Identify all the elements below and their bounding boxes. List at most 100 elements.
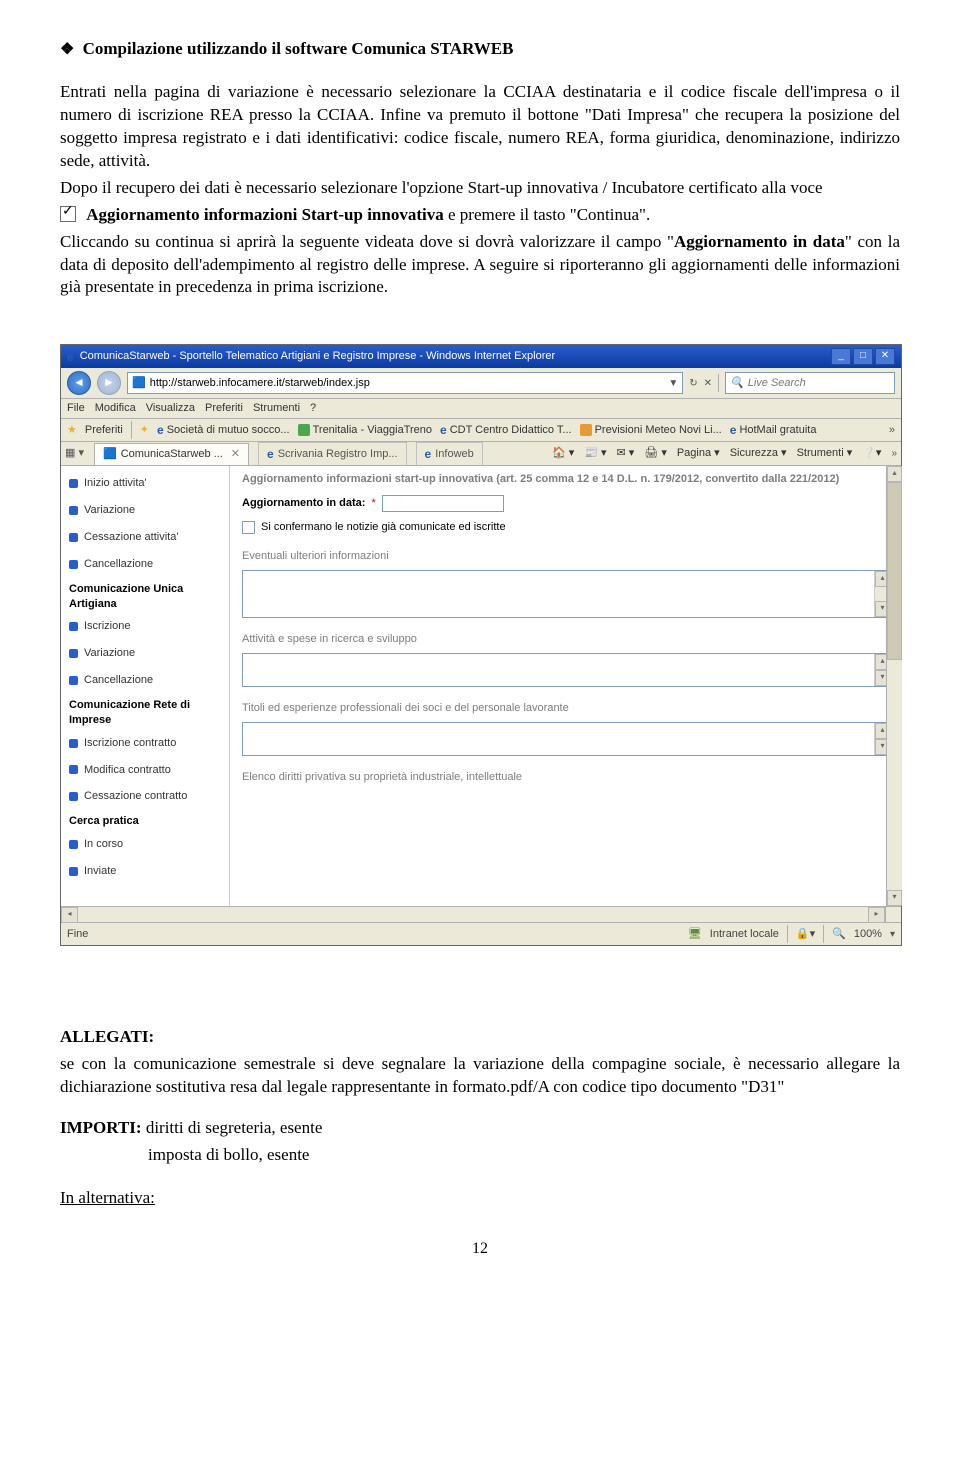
favorites-menu-icon[interactable]: ✦	[140, 423, 149, 438]
square-icon	[69, 479, 78, 488]
sidebar-item[interactable]: Cessazione attivita'	[61, 524, 229, 551]
forward-button[interactable]: ►	[97, 371, 121, 395]
tool-home-icon[interactable]: 🏠 ▾	[552, 446, 574, 461]
status-zone: Intranet locale	[710, 927, 779, 942]
search-input[interactable]: 🔍 Live Search	[725, 372, 895, 394]
ie-icon: e	[157, 422, 164, 438]
tool-mail-icon[interactable]: ✉ ▾	[617, 446, 635, 461]
favorites-bar: ★ Preferiti ✦ eSocietà di mutuo socco...…	[61, 419, 901, 442]
tool-feeds-icon[interactable]: 📰 ▾	[584, 446, 606, 461]
trenitalia-icon	[298, 424, 310, 436]
section-label: Titoli ed esperienze professionali dei s…	[242, 701, 891, 716]
url-dropdown-icon[interactable]: ▼	[668, 377, 678, 391]
tool-sicurezza[interactable]: Sicurezza ▾	[730, 446, 787, 461]
square-icon	[69, 676, 78, 685]
favorites-label: Preferiti	[85, 423, 123, 438]
h-scrollbar[interactable]: ◂ ▸	[61, 906, 901, 922]
input-date[interactable]	[382, 495, 504, 512]
menu-strumenti[interactable]: Strumenti	[253, 401, 300, 416]
paragraph-4: Cliccando su continua si aprirà la segue…	[60, 231, 900, 300]
tab-favicon: 🟦	[103, 447, 117, 462]
zone-icon: 🖥	[688, 927, 702, 942]
in-alternativa: In alternativa:	[60, 1187, 900, 1210]
fav-link-4[interactable]: Previsioni Meteo Novi Li...	[580, 423, 722, 438]
sidebar-item[interactable]: Cancellazione	[61, 551, 229, 578]
textarea-wrap: ▴▾	[242, 722, 891, 756]
tab-close-icon[interactable]: ✕	[231, 447, 240, 462]
overflow-icon[interactable]: »	[891, 447, 897, 461]
tool-pagina[interactable]: Pagina ▾	[677, 446, 720, 461]
maximize-button[interactable]: □	[853, 348, 873, 365]
square-icon	[69, 739, 78, 748]
sidebar-heading: Cerca pratica	[61, 810, 229, 831]
sidebar-item[interactable]: Variazione	[61, 497, 229, 524]
sidebar-item[interactable]: Cancellazione	[61, 667, 229, 694]
checkbox-confirm[interactable]	[242, 521, 255, 534]
importi-line1: IMPORTI: diritti di segreteria, esente	[60, 1117, 900, 1140]
address-bar: ◄ ► 🟦 http://starweb.infocamere.it/starw…	[61, 368, 901, 399]
sidebar-item[interactable]: Cessazione contratto	[61, 783, 229, 810]
form-main: Aggiornamento informazioni start-up inno…	[230, 466, 901, 906]
square-icon	[69, 765, 78, 774]
sidebar-item[interactable]: Inviate	[61, 858, 229, 885]
p4b: Aggiornamento in data	[674, 232, 845, 251]
tab-grid-icon[interactable]: ▦ ▾	[65, 446, 84, 461]
url-favicon: 🟦	[132, 376, 146, 391]
fav-link-3[interactable]: eCDT Centro Didattico T...	[440, 422, 572, 438]
zoom-icon[interactable]: 🔍	[832, 927, 846, 942]
allegati-title: ALLEGATI:	[60, 1027, 154, 1046]
square-icon	[69, 867, 78, 876]
textarea-titoli[interactable]	[242, 722, 891, 756]
minimize-button[interactable]: _	[831, 348, 851, 365]
overflow-icon[interactable]: »	[889, 423, 895, 438]
section-label: Eventuali ulteriori informazioni	[242, 549, 891, 564]
url-input[interactable]: 🟦 http://starweb.infocamere.it/starweb/i…	[127, 372, 683, 394]
refresh-icon[interactable]: ↻	[689, 377, 697, 391]
textarea-info[interactable]	[242, 570, 891, 618]
sidebar: Inizio attivita' Variazione Cessazione a…	[61, 466, 230, 906]
textarea-ricerca[interactable]	[242, 653, 891, 687]
stop-icon[interactable]: ✕	[704, 377, 712, 391]
menu-visualizza[interactable]: Visualizza	[146, 401, 195, 416]
tab-3[interactable]: e Infoweb	[416, 442, 483, 465]
section-label: Elenco diritti privativa su proprietà in…	[242, 770, 891, 785]
close-button[interactable]: ✕	[875, 348, 895, 365]
checkbox-confirm-label: Si confermano le notizie già comunicate …	[261, 520, 506, 535]
textarea-wrap: ▴▾	[242, 653, 891, 687]
sidebar-item[interactable]: Iscrizione contratto	[61, 730, 229, 757]
paragraph-3-tail: e premere il tasto "Continua".	[444, 205, 651, 224]
tab-2[interactable]: e Scrivania Registro Imp...	[258, 442, 407, 465]
page-scrollbar[interactable]: ▴ ▾	[886, 466, 902, 906]
paragraph-3: Aggiornamento informazioni Start-up inno…	[60, 204, 900, 227]
sidebar-item[interactable]: In corso	[61, 831, 229, 858]
page-number: 12	[60, 1238, 900, 1260]
fav-link-5[interactable]: eHotMail gratuita	[730, 422, 817, 438]
heading-text: Compilazione utilizzando il software Com…	[83, 39, 514, 58]
fav-link-1[interactable]: eSocietà di mutuo socco...	[157, 422, 290, 438]
menu-help[interactable]: ?	[310, 401, 316, 416]
zoom-dropdown-icon[interactable]: ▾	[890, 928, 895, 942]
form-heading: Aggiornamento informazioni start-up inno…	[242, 472, 891, 487]
tab-3-label: Infoweb	[435, 447, 474, 462]
square-icon	[69, 840, 78, 849]
sidebar-item[interactable]: Inizio attivita'	[61, 470, 229, 497]
menu-preferiti[interactable]: Preferiti	[205, 401, 243, 416]
menu-file[interactable]: File	[67, 401, 85, 416]
tab-active[interactable]: 🟦 ComunicaStarweb ... ✕	[94, 443, 249, 465]
square-icon	[69, 622, 78, 631]
label-date: Aggiornamento in data:	[242, 496, 365, 511]
menu-modifica[interactable]: Modifica	[95, 401, 136, 416]
back-button[interactable]: ◄	[67, 371, 91, 395]
importi-line2: imposta di bollo, esente	[60, 1144, 900, 1167]
tool-strumenti[interactable]: Strumenti ▾	[797, 446, 853, 461]
tool-print-icon[interactable]: 🖨 ▾	[644, 446, 667, 461]
sidebar-item[interactable]: Modifica contratto	[61, 757, 229, 784]
star-icon[interactable]: ★	[67, 423, 77, 438]
square-icon	[69, 649, 78, 658]
tool-help-icon[interactable]: ❔▾	[862, 446, 881, 461]
status-bar: Fine 🖥 Intranet locale 🔒▾ 🔍 100% ▾	[61, 922, 901, 945]
sidebar-item[interactable]: Iscrizione	[61, 613, 229, 640]
sidebar-item[interactable]: Variazione	[61, 640, 229, 667]
fav-link-2[interactable]: Trenitalia - ViaggiaTreno	[298, 423, 432, 438]
search-icon: 🔍	[730, 376, 744, 391]
